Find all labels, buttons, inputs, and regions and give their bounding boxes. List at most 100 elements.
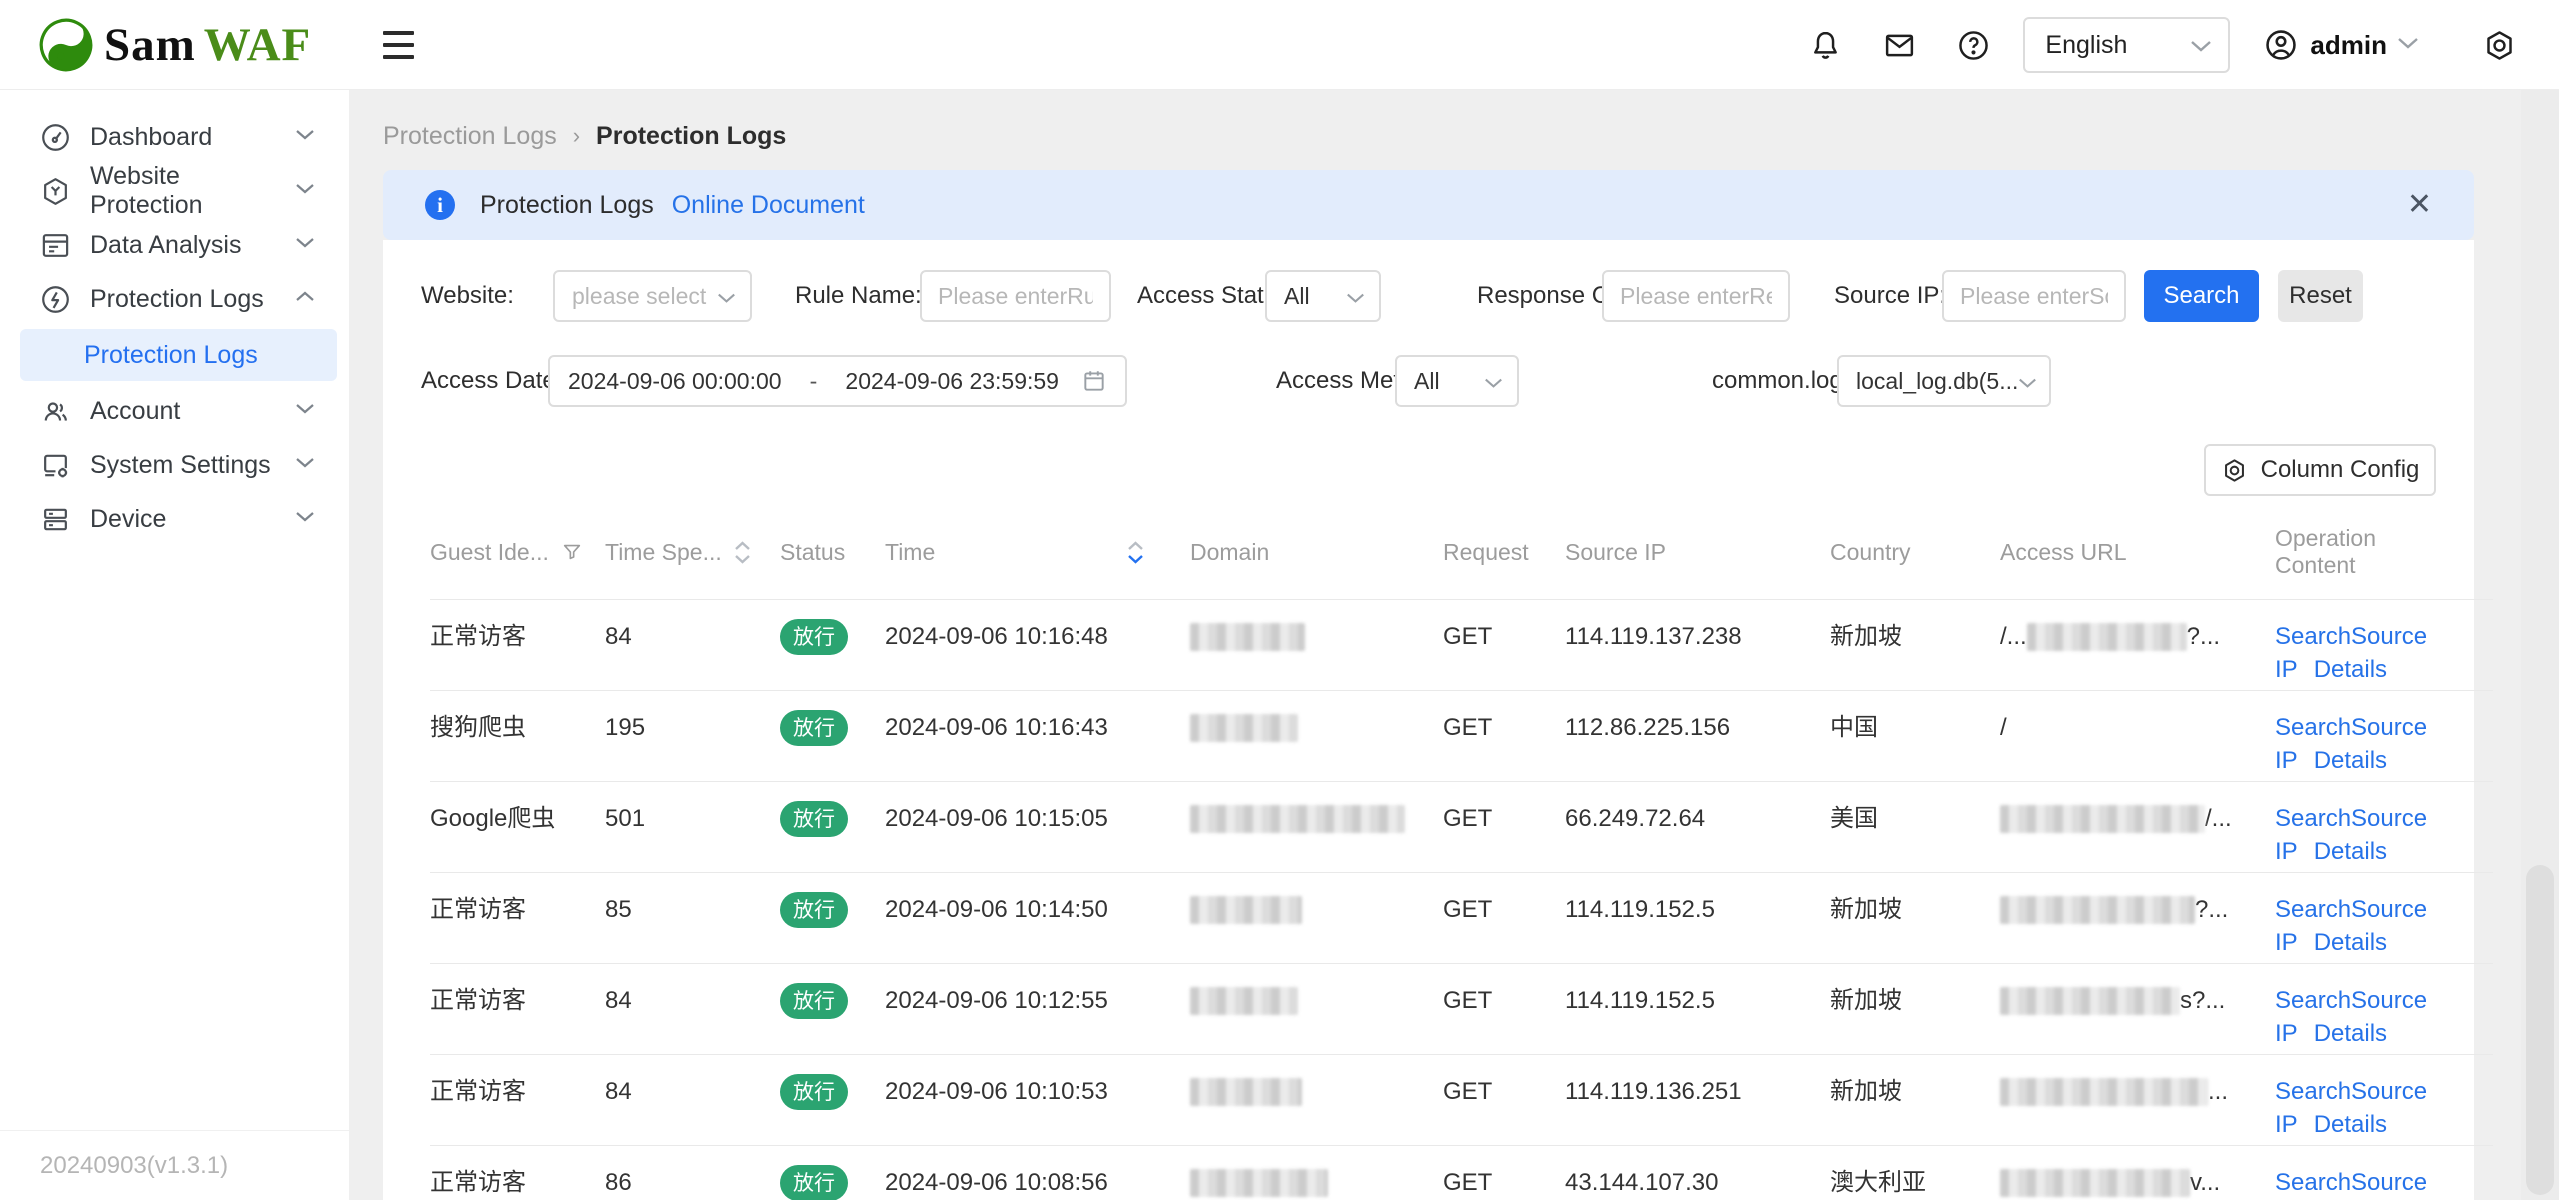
col-operation-content: Operation Content: [2275, 506, 2493, 599]
status-badge: 放行: [780, 892, 848, 928]
protection-logs-icon: [40, 284, 71, 315]
status-badge: 放行: [780, 1074, 848, 1110]
col-time[interactable]: Time: [885, 506, 1190, 599]
cell-time: 2024-09-06 10:16:43: [885, 690, 1190, 781]
cell-request: GET: [1443, 1145, 1565, 1200]
column-config-button[interactable]: Column Config: [2204, 444, 2436, 496]
language-value: English: [2045, 31, 2127, 60]
help-icon[interactable]: [1955, 27, 1991, 63]
col-guest-identity[interactable]: Guest Ide...: [430, 506, 605, 599]
main-content: Protection Logs › Protection Logs i Prot…: [349, 90, 2521, 1200]
chevron-down-icon: [2018, 368, 2037, 395]
cell-access-url: v...: [2000, 1145, 2275, 1200]
settings-gear-icon[interactable]: [2481, 27, 2517, 63]
online-document-link[interactable]: Online Document: [672, 191, 865, 220]
user-menu[interactable]: admin: [2264, 28, 2419, 62]
yinyang-logo-icon: [38, 17, 94, 73]
col-country: Country: [1830, 506, 2000, 599]
breadcrumb-current: Protection Logs: [596, 122, 786, 151]
sidebar-item-data-analysis[interactable]: Data Analysis: [0, 218, 349, 272]
cell-operation: SearchSource IPDetails: [2275, 963, 2493, 1054]
log-source-label: common.log: [1712, 367, 1837, 395]
sidebar-item-account[interactable]: Account: [0, 384, 349, 438]
cell-guest-identity: 正常访客: [430, 1054, 605, 1145]
sidebar-subitem-protection-logs-active[interactable]: Protection Logs: [20, 329, 337, 381]
source-ip-label: Source IP:: [1834, 282, 1942, 310]
cell-request: GET: [1443, 599, 1565, 690]
cell-request: GET: [1443, 1054, 1565, 1145]
scrollbar-track[interactable]: [2521, 90, 2559, 1200]
filter-row-2: Access Date 2024-09-06 00:00:00 - 2024-0…: [383, 355, 2474, 407]
logo-text-sam: Sam: [104, 19, 196, 71]
col-time-spent[interactable]: Time Spe...: [605, 506, 780, 599]
col-source-ip: Source IP: [1565, 506, 1830, 599]
cell-time-spent: 84: [605, 599, 780, 690]
reset-button[interactable]: Reset: [2278, 270, 2363, 322]
mail-icon[interactable]: [1881, 27, 1917, 63]
cell-country: 新加坡: [1830, 1054, 2000, 1145]
breadcrumb-parent[interactable]: Protection Logs: [383, 122, 557, 151]
notification-bell-icon[interactable]: [1807, 27, 1843, 63]
cell-domain: [1190, 599, 1443, 690]
redacted-url: [2000, 1169, 2190, 1197]
language-select[interactable]: English: [2023, 17, 2230, 73]
redacted-url: [2000, 1078, 2208, 1106]
banner-close-icon[interactable]: ✕: [2407, 190, 2432, 220]
cell-time: 2024-09-06 10:12:55: [885, 963, 1190, 1054]
logs-table: Guest Ide... Time Spe... Status Time Dom…: [383, 506, 2474, 1200]
sidebar-item-device[interactable]: Device: [0, 492, 349, 546]
top-bar: SamWAF English admin: [0, 0, 2559, 90]
cell-time: 2024-09-06 10:14:50: [885, 872, 1190, 963]
details-link[interactable]: Details: [2314, 747, 2387, 774]
source-ip-input[interactable]: [1942, 270, 2126, 322]
breadcrumb-separator: ›: [573, 123, 580, 149]
cell-access-url: /: [2000, 690, 2275, 781]
sort-desc-active-icon[interactable]: [1127, 541, 1144, 564]
sort-icon[interactable]: [734, 541, 751, 564]
cell-operation: SearchSource IPDetails: [2275, 1054, 2493, 1145]
cell-country: 新加坡: [1830, 963, 2000, 1054]
search-source-ip-link[interactable]: SearchSource IP: [2275, 1169, 2427, 1200]
filter-funnel-icon[interactable]: [561, 541, 583, 563]
sidebar-item-dashboard[interactable]: Dashboard: [0, 110, 349, 164]
cell-guest-identity: 正常访客: [430, 599, 605, 690]
access-status-select[interactable]: All: [1265, 270, 1381, 322]
cell-guest-identity: 正常访客: [430, 872, 605, 963]
redacted-domain: [1190, 1169, 1328, 1197]
table-row: Google爬虫 501 放行 2024-09-06 10:15:05 GET …: [430, 781, 2493, 872]
website-select[interactable]: please select: [553, 270, 752, 322]
details-link[interactable]: Details: [2314, 929, 2387, 956]
status-badge: 放行: [780, 619, 848, 655]
cell-guest-identity: 搜狗爬虫: [430, 690, 605, 781]
access-method-select[interactable]: All: [1395, 355, 1519, 407]
table-row: 搜狗爬虫 195 放行 2024-09-06 10:16:43 GET 112.…: [430, 690, 2493, 781]
sidebar: Dashboard Website Protection Data Analys…: [0, 90, 349, 1200]
response-code-input[interactable]: [1602, 270, 1790, 322]
cell-domain: [1190, 963, 1443, 1054]
cell-domain: [1190, 781, 1443, 872]
details-link[interactable]: Details: [2314, 838, 2387, 865]
date-to: 2024-09-06 23:59:59: [845, 368, 1059, 395]
redacted-domain: [1190, 987, 1298, 1015]
chevron-down-icon: [295, 510, 315, 528]
cell-country: 澳大利亚: [1830, 1145, 2000, 1200]
chevron-down-icon: [295, 402, 315, 420]
access-date-range[interactable]: 2024-09-06 00:00:00 - 2024-09-06 23:59:5…: [548, 355, 1127, 407]
sidebar-item-website-protection[interactable]: Website Protection: [0, 164, 349, 218]
scrollbar-thumb[interactable]: [2526, 865, 2554, 1195]
info-icon: i: [425, 190, 455, 220]
menu-collapse-icon[interactable]: [383, 23, 427, 67]
sidebar-item-protection-logs[interactable]: Protection Logs: [0, 272, 349, 326]
details-link[interactable]: Details: [2314, 1111, 2387, 1138]
cell-time-spent: 501: [605, 781, 780, 872]
details-link[interactable]: Details: [2314, 1020, 2387, 1047]
rule-name-input[interactable]: [920, 270, 1111, 322]
details-link[interactable]: Details: [2314, 656, 2387, 683]
log-source-select[interactable]: local_log.db(5...: [1837, 355, 2051, 407]
sidebar-item-system-settings[interactable]: System Settings: [0, 438, 349, 492]
cell-operation: SearchSource IPDetails: [2275, 872, 2493, 963]
cell-source-ip: 114.119.137.238: [1565, 599, 1830, 690]
cell-guest-identity: 正常访客: [430, 963, 605, 1054]
search-button[interactable]: Search: [2144, 270, 2259, 322]
device-icon: [40, 504, 71, 535]
